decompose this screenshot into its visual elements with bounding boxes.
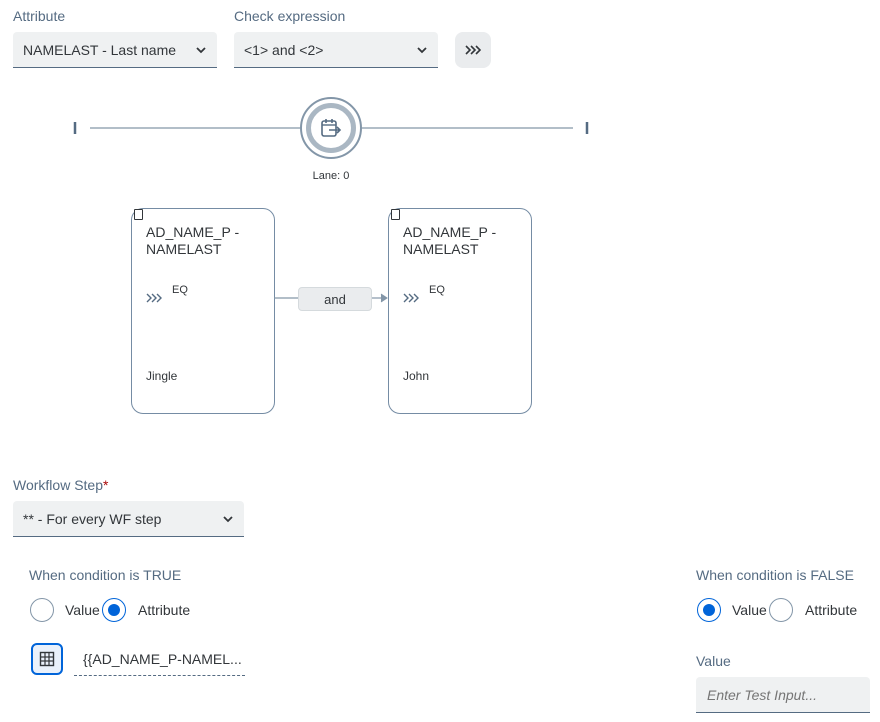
node-value: John [403, 369, 430, 383]
when-false-attribute-option-label: Attribute [805, 602, 858, 618]
node-checkbox[interactable] [134, 209, 143, 220]
when-true-attribute-option-label: Attribute [138, 602, 191, 618]
attribute-label: Attribute [13, 8, 66, 24]
lane-label: Lane: 0 [312, 170, 350, 182]
node-operator: EQ [172, 284, 188, 296]
when-true-attribute-field[interactable]: {{AD_NAME_P-NAMEL... [74, 648, 245, 676]
workflow-step-value: ** - For every WF step [23, 510, 162, 527]
when-true-value-radio[interactable] [30, 598, 54, 622]
workflow-step-select[interactable]: ** - For every WF step [13, 501, 244, 537]
when-false-value-radio[interactable] [697, 598, 721, 622]
node-operator: EQ [429, 284, 445, 296]
when-true-label: When condition is TRUE [29, 567, 182, 583]
calendar-arrow-icon [321, 119, 342, 137]
check-expression-select[interactable]: <1> and <2> [234, 32, 438, 68]
condition-node-1[interactable]: AD_NAME_P - NAMELAST EQ Jingle [131, 208, 275, 414]
node-checkbox[interactable] [391, 209, 400, 220]
when-false-attribute-radio[interactable] [769, 598, 793, 622]
when-true-value-option-label: Value [65, 602, 100, 618]
required-mark: * [103, 477, 109, 493]
node-title: AD_NAME_P - NAMELAST [403, 224, 497, 257]
when-true-attribute-radio[interactable] [102, 598, 126, 622]
triple-chevron-right-icon [146, 293, 162, 303]
when-false-value-label: Value [696, 653, 731, 669]
lane-node-button[interactable] [300, 97, 362, 159]
check-expression-label: Check expression [234, 8, 346, 24]
workflow-step-label: Workflow Step* [13, 477, 108, 493]
expand-button[interactable] [455, 32, 491, 68]
triple-chevron-right-icon [465, 45, 481, 55]
attribute-select-value: NAMELAST - Last name [23, 41, 177, 58]
when-false-value-option-label: Value [732, 602, 767, 618]
lane-node-ring [306, 103, 356, 153]
attribute-select[interactable]: NAMELAST - Last name [13, 32, 217, 68]
test-input-field[interactable] [696, 677, 870, 713]
condition-node-2[interactable]: AD_NAME_P - NAMELAST EQ John [388, 208, 532, 414]
check-expression-value: <1> and <2> [244, 41, 324, 58]
chevron-down-icon [196, 47, 206, 54]
table-icon [39, 651, 55, 667]
node-value: Jingle [146, 369, 178, 383]
table-select-button[interactable] [31, 643, 63, 675]
when-false-label: When condition is FALSE [696, 567, 854, 583]
chevron-down-icon [223, 516, 233, 523]
connector-and-button[interactable]: and [298, 287, 372, 311]
node-title: AD_NAME_P - NAMELAST [146, 224, 240, 257]
triple-chevron-right-icon [403, 293, 419, 303]
chevron-down-icon [417, 47, 427, 54]
workflow-step-label-text: Workflow Step [13, 477, 103, 493]
